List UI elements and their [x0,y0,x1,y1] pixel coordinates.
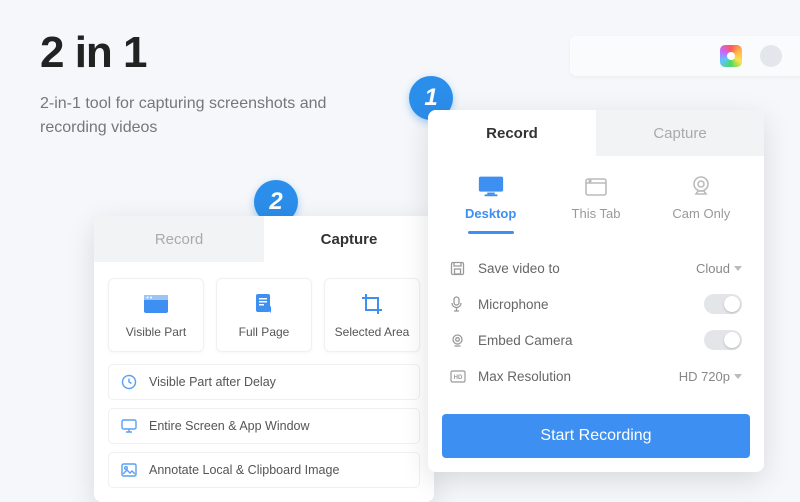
tab-capture[interactable]: Capture [264,216,434,262]
mode-cam-only[interactable]: Cam Only [649,174,754,234]
camera-icon [450,333,468,348]
mode-label: This Tab [572,206,621,221]
svg-text:HD: HD [454,375,463,381]
record-panel: Record Capture Desktop This Tab Cam Only [428,110,764,472]
card-visible-part[interactable]: Visible Part [108,278,204,352]
clock-icon [121,374,139,390]
image-icon [121,463,139,477]
card-label: Full Page [239,325,290,339]
chevron-down-icon [734,374,742,379]
setting-label: Embed Camera [478,333,694,348]
setting-label: Max Resolution [478,369,669,384]
capture-panel: Record Capture Visible Part Full Page Se… [94,216,434,502]
capture-panel-tabs: Record Capture [94,216,434,262]
setting-label: Save video to [478,261,686,276]
card-full-page[interactable]: Full Page [216,278,312,352]
mode-label: Cam Only [672,206,730,221]
setting-embed-camera: Embed Camera [450,322,742,358]
card-label: Selected Area [335,325,410,339]
mode-this-tab[interactable]: This Tab [543,174,648,234]
tab-icon [582,174,610,198]
tab-record[interactable]: Record [428,110,596,156]
setting-value[interactable]: Cloud [696,261,742,276]
browser-toolbar [570,36,800,76]
setting-label: Microphone [478,297,694,312]
item-label: Entire Screen & App Window [149,419,310,433]
hero-subtitle: 2-in-1 tool for capturing screenshots an… [40,92,340,140]
mode-desktop[interactable]: Desktop [438,174,543,234]
monitor-icon [121,419,139,433]
hero-title: 2 in 1 [40,28,340,78]
page-icon [253,291,275,317]
card-selected-area[interactable]: Selected Area [324,278,420,352]
webcam-icon [687,174,715,198]
embed-camera-toggle[interactable] [704,330,742,350]
hd-icon: HD [450,370,468,383]
extension-icon[interactable] [720,45,742,67]
microphone-icon [450,296,468,312]
start-recording-button[interactable]: Start Recording [442,414,750,458]
setting-save-to[interactable]: Save video to Cloud [450,250,742,286]
item-label: Annotate Local & Clipboard Image [149,463,339,477]
record-panel-tabs: Record Capture [428,110,764,156]
microphone-toggle[interactable] [704,294,742,314]
save-icon [450,261,468,276]
setting-max-resolution[interactable]: HD Max Resolution HD 720p [450,358,742,394]
setting-value[interactable]: HD 720p [679,369,742,384]
card-label: Visible Part [126,325,186,339]
profile-avatar[interactable] [760,45,782,67]
setting-microphone: Microphone [450,286,742,322]
tab-record[interactable]: Record [94,216,264,262]
item-label: Visible Part after Delay [149,375,276,389]
item-visible-part-delay[interactable]: Visible Part after Delay [108,364,420,400]
mode-label: Desktop [465,206,516,221]
item-annotate-image[interactable]: Annotate Local & Clipboard Image [108,452,420,488]
hero: 2 in 1 2-in-1 tool for capturing screens… [40,28,340,140]
tab-capture[interactable]: Capture [596,110,764,156]
crop-icon [360,291,384,317]
desktop-icon [477,174,505,198]
window-icon [143,291,169,317]
chevron-down-icon [734,266,742,271]
item-entire-screen[interactable]: Entire Screen & App Window [108,408,420,444]
